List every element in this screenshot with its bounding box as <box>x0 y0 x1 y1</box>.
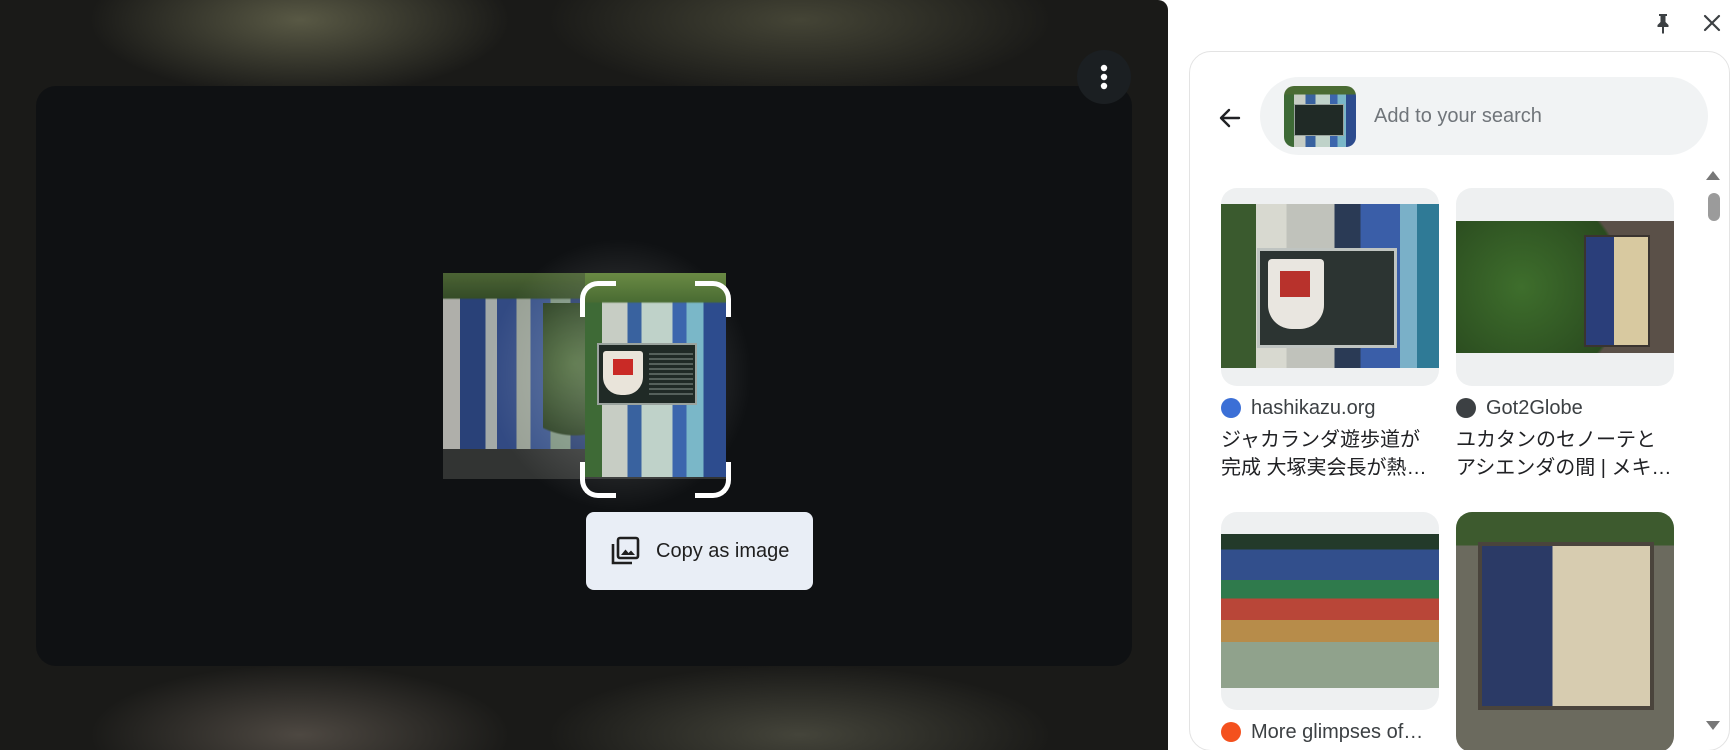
scrollbar-thumb[interactable] <box>1708 193 1720 221</box>
result-card[interactable]: More glimpses of… <box>1221 512 1439 743</box>
result-source-name: Got2Globe <box>1486 396 1583 419</box>
result-thumbnail[interactable] <box>1456 512 1674 750</box>
result-source: More glimpses of… <box>1221 720 1423 744</box>
result-source-name: More glimpses of… <box>1251 720 1424 743</box>
more-options-button[interactable] <box>1077 50 1131 104</box>
result-thumbnail[interactable] <box>1221 188 1439 386</box>
result-card[interactable]: Got2Globe ユカタンのセノーテとアシエンダの間 | メキシコ <box>1456 188 1674 479</box>
crest-emblem <box>603 351 643 395</box>
results-card: hashikazu.org ジャカランダ遊歩道が完成 大塚実会長が熱心に取り組む… <box>1189 51 1730 750</box>
result-source: hashikazu.org <box>1221 396 1376 420</box>
arrow-back-icon <box>1219 108 1241 128</box>
pin-icon <box>1657 14 1669 34</box>
search-image-thumbnail[interactable] <box>1284 86 1356 147</box>
search-input[interactable] <box>1374 99 1684 133</box>
result-thumbnail[interactable] <box>1221 512 1439 710</box>
selection-handle-top-left[interactable] <box>580 281 616 317</box>
back-button[interactable] <box>1212 100 1248 136</box>
favicon-icon <box>1221 398 1241 418</box>
search-box[interactable] <box>1260 77 1708 155</box>
result-source: Got2Globe <box>1456 396 1583 420</box>
close-button[interactable] <box>1699 10 1725 36</box>
copy-as-image-label: Copy as image <box>656 539 790 562</box>
more-vert-icon <box>1100 64 1108 90</box>
result-card[interactable] <box>1456 512 1674 750</box>
favicon-icon <box>1221 722 1241 742</box>
lens-side-panel: hashikazu.org ジャカランダ遊歩道が完成 大塚実会長が熱心に取り組む… <box>1172 0 1735 750</box>
plaque-text <box>649 353 693 395</box>
pin-button[interactable] <box>1650 10 1676 36</box>
close-icon <box>1703 14 1721 32</box>
result-thumbnail[interactable] <box>1456 188 1674 386</box>
result-title[interactable]: ユカタンのセノーテとアシエンダの間 | メキシコ <box>1456 426 1674 482</box>
scroll-up-arrow[interactable] <box>1706 171 1720 180</box>
result-title[interactable]: ジャカランダ遊歩道が完成 大塚実会長が熱心に取り組む <box>1221 426 1439 482</box>
selection-handle-bottom-left[interactable] <box>580 462 616 498</box>
selection-handle-bottom-right[interactable] <box>695 462 731 498</box>
scroll-down-arrow[interactable] <box>1706 721 1720 730</box>
copy-as-image-button[interactable]: Copy as image <box>586 512 813 590</box>
plaque <box>597 343 697 405</box>
favicon-icon <box>1456 398 1476 418</box>
result-source-name: hashikazu.org <box>1251 396 1376 419</box>
lens-overlay: Copy as image <box>0 0 1168 750</box>
copy-image-icon <box>611 536 640 565</box>
selection-handle-top-right[interactable] <box>695 281 731 317</box>
result-card[interactable]: hashikazu.org ジャカランダ遊歩道が完成 大塚実会長が熱心に取り組む <box>1221 188 1439 479</box>
